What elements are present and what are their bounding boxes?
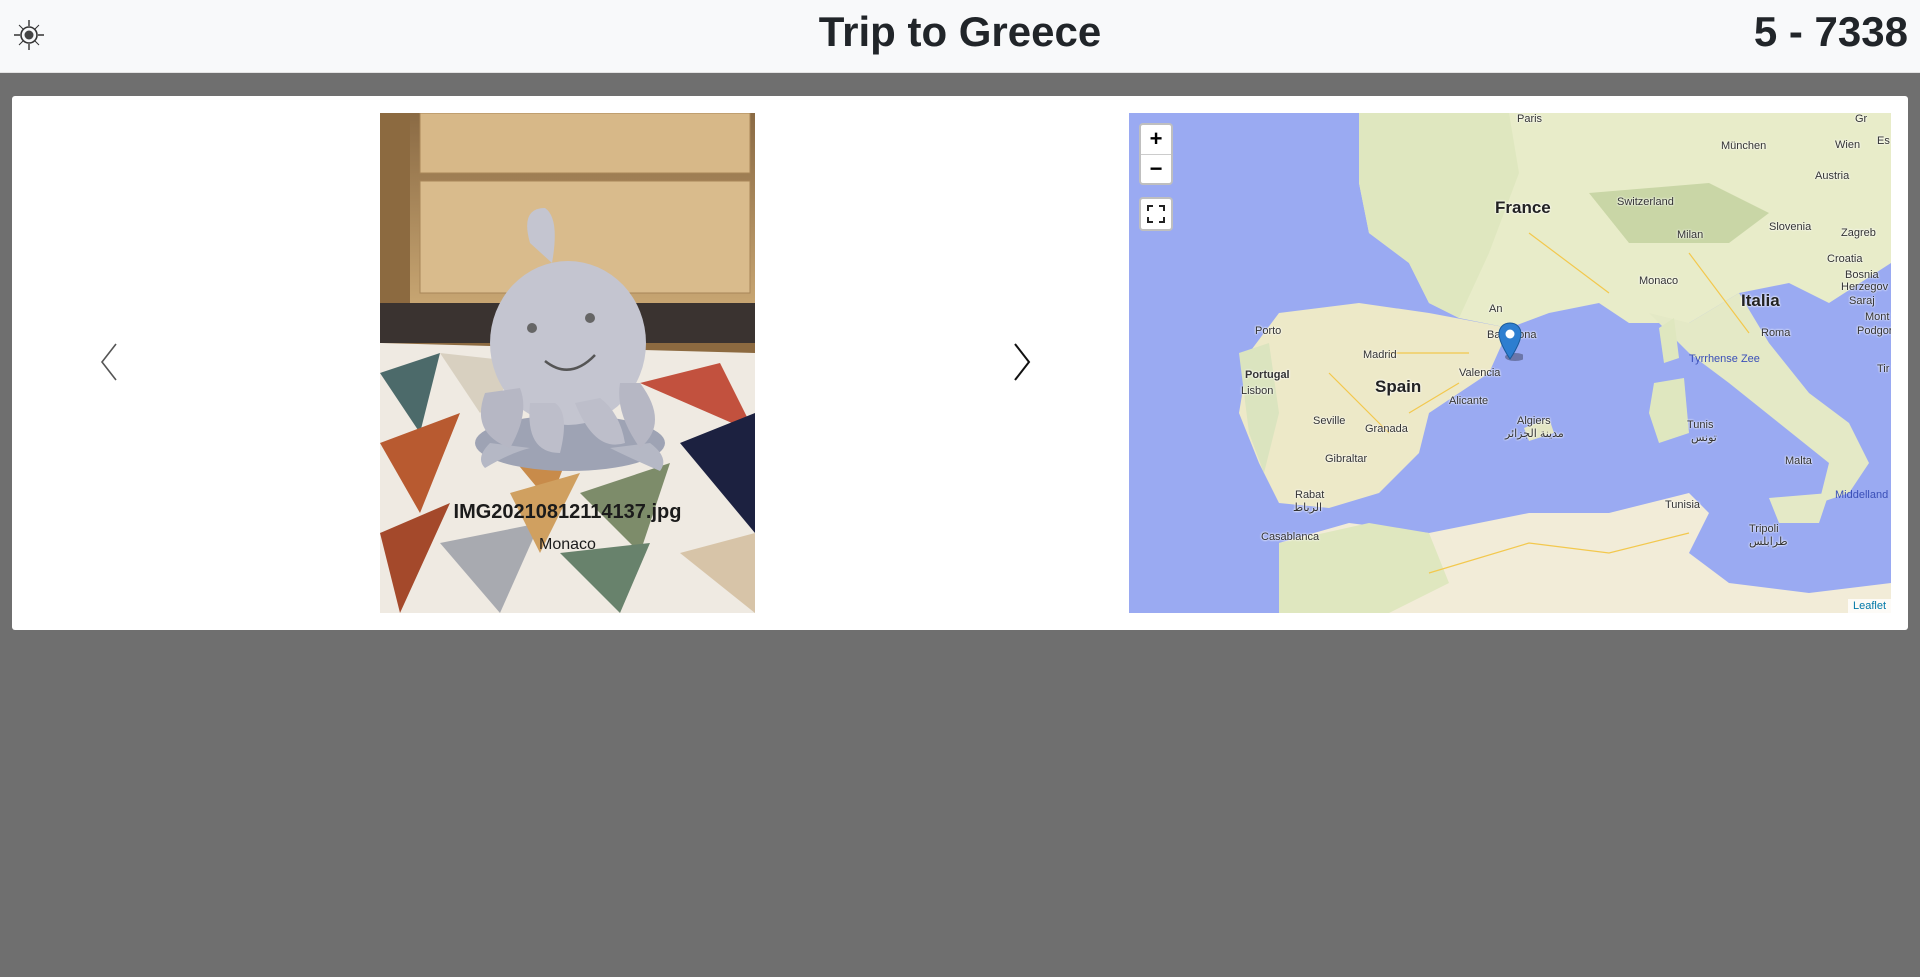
map-label-gr: Gr — [1855, 113, 1868, 125]
map-label-alicante: Alicante — [1449, 395, 1489, 407]
map-label-casablanca: Casablanca — [1261, 531, 1320, 543]
map-label-tripoli: Tripoli — [1749, 523, 1779, 535]
map-label-algiers: Algiers — [1517, 415, 1551, 427]
map-label-seville: Seville — [1313, 415, 1346, 427]
map-label-tirana: Tir — [1877, 363, 1890, 375]
map-label-tripoli-ar: طرابلس — [1749, 536, 1788, 548]
map-label-tyrrhenian: Tyrrhense Zee — [1689, 353, 1760, 365]
photo-location: Monaco — [539, 536, 596, 553]
map-label-madrid: Madrid — [1363, 349, 1397, 361]
map-label-middle-sea: Middelland — [1835, 489, 1889, 501]
map-label-tunis: Tunis — [1687, 419, 1714, 431]
map-label-munich: München — [1721, 140, 1767, 152]
map-label-switzerland: Switzerland — [1617, 196, 1674, 208]
chevron-right-icon[interactable] — [1005, 330, 1039, 394]
photo-filename: IMG20210812114137.jpg — [453, 501, 682, 523]
photo-counter: 5 - 7338 — [1753, 8, 1908, 55]
map-label-granada: Granada — [1365, 423, 1408, 435]
map-label-slovenia: Slovenia — [1769, 221, 1812, 233]
top-navbar: Trip to Greece 5 - 7338 — [0, 0, 1920, 73]
map-label-andorra: An — [1489, 303, 1503, 315]
map-label-austria: Austria — [1815, 170, 1850, 182]
map-label-rome: Roma — [1761, 327, 1791, 339]
map-label-spain: Spain — [1375, 377, 1422, 396]
map-label-portugal: Portugal — [1245, 369, 1290, 381]
map-label-gibraltar: Gibraltar — [1325, 453, 1368, 465]
map-label-milan: Milan — [1677, 229, 1704, 241]
photo-frame[interactable]: IMG20210812114137.jpg Monaco — [380, 113, 755, 613]
map-label-sarajevo: Saraj — [1849, 295, 1875, 307]
map-label-tunisia: Tunisia — [1665, 499, 1701, 511]
map-label-zagreb: Zagreb — [1841, 227, 1876, 239]
map-label-vienna: Wien — [1835, 139, 1861, 151]
map-label-porto: Porto — [1255, 325, 1282, 337]
map-label-algiers-ar: مدينة الجزائر — [1505, 428, 1564, 440]
zoom-out-button[interactable]: − — [1141, 155, 1171, 184]
map-label-rabat-ar: الرباط — [1293, 502, 1323, 514]
fullscreen-button[interactable] — [1139, 197, 1173, 231]
map-label-monte: Mont — [1865, 311, 1890, 323]
map-attribution-link[interactable]: Leaflet — [1847, 599, 1891, 613]
map-label-valencia: Valencia — [1459, 367, 1501, 379]
map-label-italia: Italia — [1741, 291, 1780, 310]
map-marker-icon[interactable] — [1497, 321, 1523, 363]
map-label-croatia: Croatia — [1827, 253, 1863, 265]
map-label-rabat: Rabat — [1295, 489, 1325, 501]
map-label-paris: Paris — [1517, 113, 1543, 125]
map-label-herzegovina: Herzegov — [1841, 281, 1889, 293]
map-label-bosnia: Bosnia — [1845, 269, 1879, 281]
map-label-france: France — [1495, 198, 1551, 217]
map-label-malta: Malta — [1785, 455, 1812, 467]
map-view[interactable]: Paris München Wien Austria France Switze… — [1129, 113, 1891, 613]
zoom-in-button[interactable]: + — [1141, 125, 1171, 155]
map-label-tunis-ar: تونس — [1691, 432, 1717, 444]
map-label-podgorica: Podgori — [1857, 325, 1891, 337]
zoom-control: + − — [1139, 123, 1173, 185]
map-label-lisbon: Lisbon — [1241, 385, 1274, 397]
page-title: Trip to Greece — [818, 8, 1102, 55]
chevron-left-icon[interactable] — [92, 330, 126, 394]
fullscreen-icon — [1147, 205, 1165, 223]
map-label-monaco: Monaco — [1639, 275, 1679, 287]
map-label-es: Es — [1877, 135, 1890, 147]
